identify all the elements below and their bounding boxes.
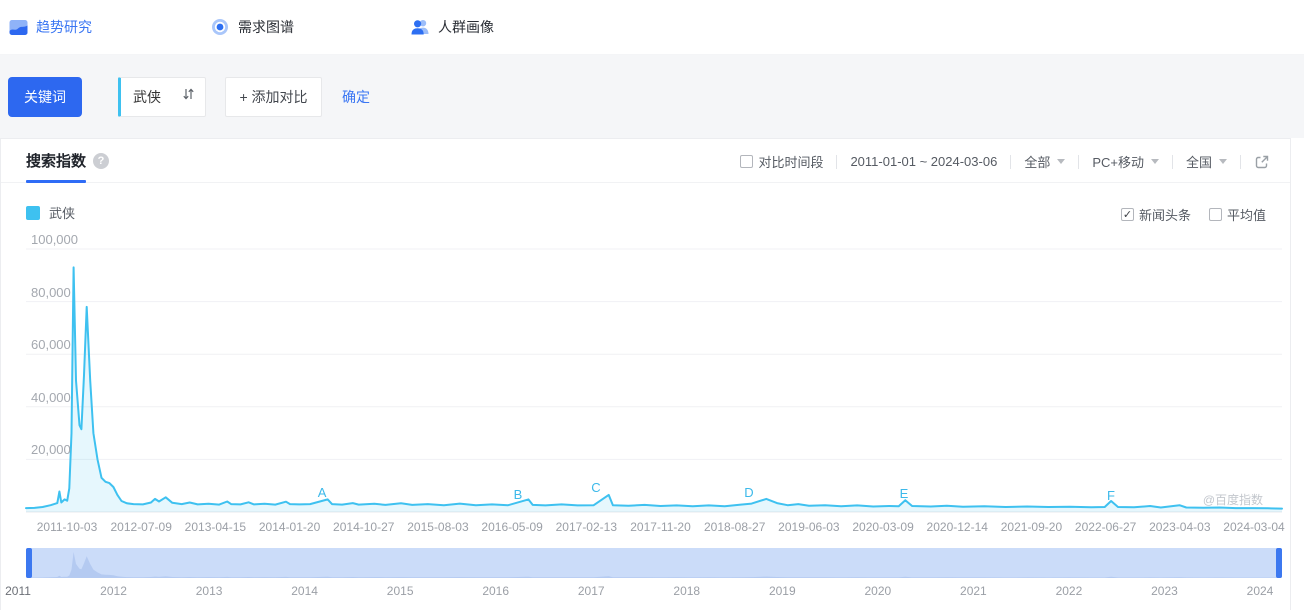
y-axis-label: 80,000 — [31, 284, 71, 300]
nav-demand-map[interactable]: 需求图谱 — [210, 17, 294, 37]
nav-label: 人群画像 — [438, 19, 494, 35]
x-axis-label: 2015-08-03 — [407, 520, 469, 534]
slider-data-shadow — [26, 552, 1282, 578]
x-axis-label: 2014-10-27 — [333, 520, 395, 534]
x-axis-label: 2023-04-03 — [1149, 520, 1211, 534]
add-compare-button[interactable]: + 添加对比 — [225, 76, 322, 117]
slider-handle-left[interactable] — [26, 548, 32, 578]
x-axis-label: 2017-11-20 — [630, 520, 691, 534]
x-axis-label: 2017-02-13 — [555, 520, 618, 534]
keyword-category-button[interactable]: 关键词 — [8, 76, 82, 117]
year-label: 2024 — [1246, 584, 1274, 598]
year-label: 2020 — [864, 584, 892, 598]
news-event-marker-F[interactable]: F — [1107, 488, 1115, 503]
nav-trend-research[interactable]: 趋势研究 — [8, 17, 92, 37]
y-axis-label: 100,000 — [31, 232, 78, 247]
year-label: 2012 — [100, 584, 127, 598]
x-axis-label: 2016-05-09 — [481, 520, 543, 534]
news-event-marker-B[interactable]: B — [514, 487, 523, 502]
search-index-panel: 搜索指数 对比时间段 2011-01-01 ~ 2024-03-06 全部 — [0, 138, 1291, 610]
year-label: 2019 — [768, 584, 796, 598]
keyword-input[interactable]: 武侠 — [118, 76, 206, 117]
watermark: @百度指数 — [1202, 493, 1263, 507]
year-label: 2011 — [5, 584, 31, 598]
x-axis-label: 2013-04-15 — [184, 520, 247, 534]
x-axis-label: 2022-06-27 — [1074, 520, 1137, 534]
news-event-marker-E[interactable]: E — [900, 486, 909, 501]
year-label: 2017 — [577, 584, 605, 598]
news-event-marker-C[interactable]: C — [591, 480, 600, 495]
x-axis-label: 2020-03-09 — [852, 520, 914, 534]
top-nav: 趋势研究 需求图谱 人群画像 — [0, 0, 1304, 55]
x-axis-label: 2011-10-03 — [36, 520, 98, 534]
year-label: 2018 — [673, 584, 701, 598]
year-label: 2016 — [482, 584, 510, 598]
nav-crowd-portrait[interactable]: 人群画像 — [410, 17, 494, 37]
confirm-link[interactable]: 确定 — [342, 87, 370, 107]
chart-plot[interactable] — [1, 139, 1290, 539]
x-axis-label: 2020-12-14 — [926, 520, 988, 534]
bullseye-icon — [210, 17, 230, 37]
sort-arrows-icon[interactable] — [182, 87, 195, 106]
slider-year-axis: 2011 2012 2013 2014 2015 2016 2017 2018 2019 2020… — [1, 584, 1290, 600]
year-label: 2013 — [195, 584, 223, 598]
x-axis-label: 2012-07-09 — [110, 520, 172, 534]
news-event-marker-A[interactable]: A — [318, 485, 327, 500]
x-axis-label: 2018-08-27 — [703, 520, 766, 534]
news-event-marker-D[interactable]: D — [744, 485, 753, 500]
search-index-chart[interactable]: 20,000 40,000 60,000 80,000 100,000 2011-10-0… — [1, 139, 1290, 611]
year-label: 2022 — [1055, 584, 1083, 598]
year-label: 2023 — [1151, 584, 1178, 598]
x-axis-label: 2014-01-20 — [258, 520, 321, 534]
x-axis-label: 2019-06-03 — [778, 520, 840, 534]
nav-label: 需求图谱 — [238, 19, 294, 35]
slider-handle-right[interactable] — [1276, 548, 1282, 578]
keyword-bar: 关键词 武侠 + 添加对比 确定 — [0, 55, 1304, 138]
keyword-text: 武侠 — [133, 88, 161, 105]
nav-label: 趋势研究 — [36, 19, 92, 35]
year-label: 2015 — [386, 584, 414, 598]
baidu-index-page: 趋势研究 需求图谱 人群画像 关键词 武侠 + 添加对比 确定 搜索指数 ? 对… — [0, 0, 1304, 610]
x-axis-label: 2024-03-04 — [1223, 520, 1285, 534]
people-icon — [410, 17, 430, 37]
x-axis-label: 2021-09-20 — [1000, 520, 1063, 534]
y-axis-label: 60,000 — [31, 337, 71, 353]
y-axis-label: 20,000 — [31, 442, 71, 458]
year-label: 2021 — [960, 584, 987, 598]
trend-chart-icon — [8, 17, 28, 37]
year-label: 2014 — [291, 584, 318, 598]
time-range-slider[interactable] — [26, 548, 1282, 578]
y-axis-label: 40,000 — [31, 389, 71, 405]
